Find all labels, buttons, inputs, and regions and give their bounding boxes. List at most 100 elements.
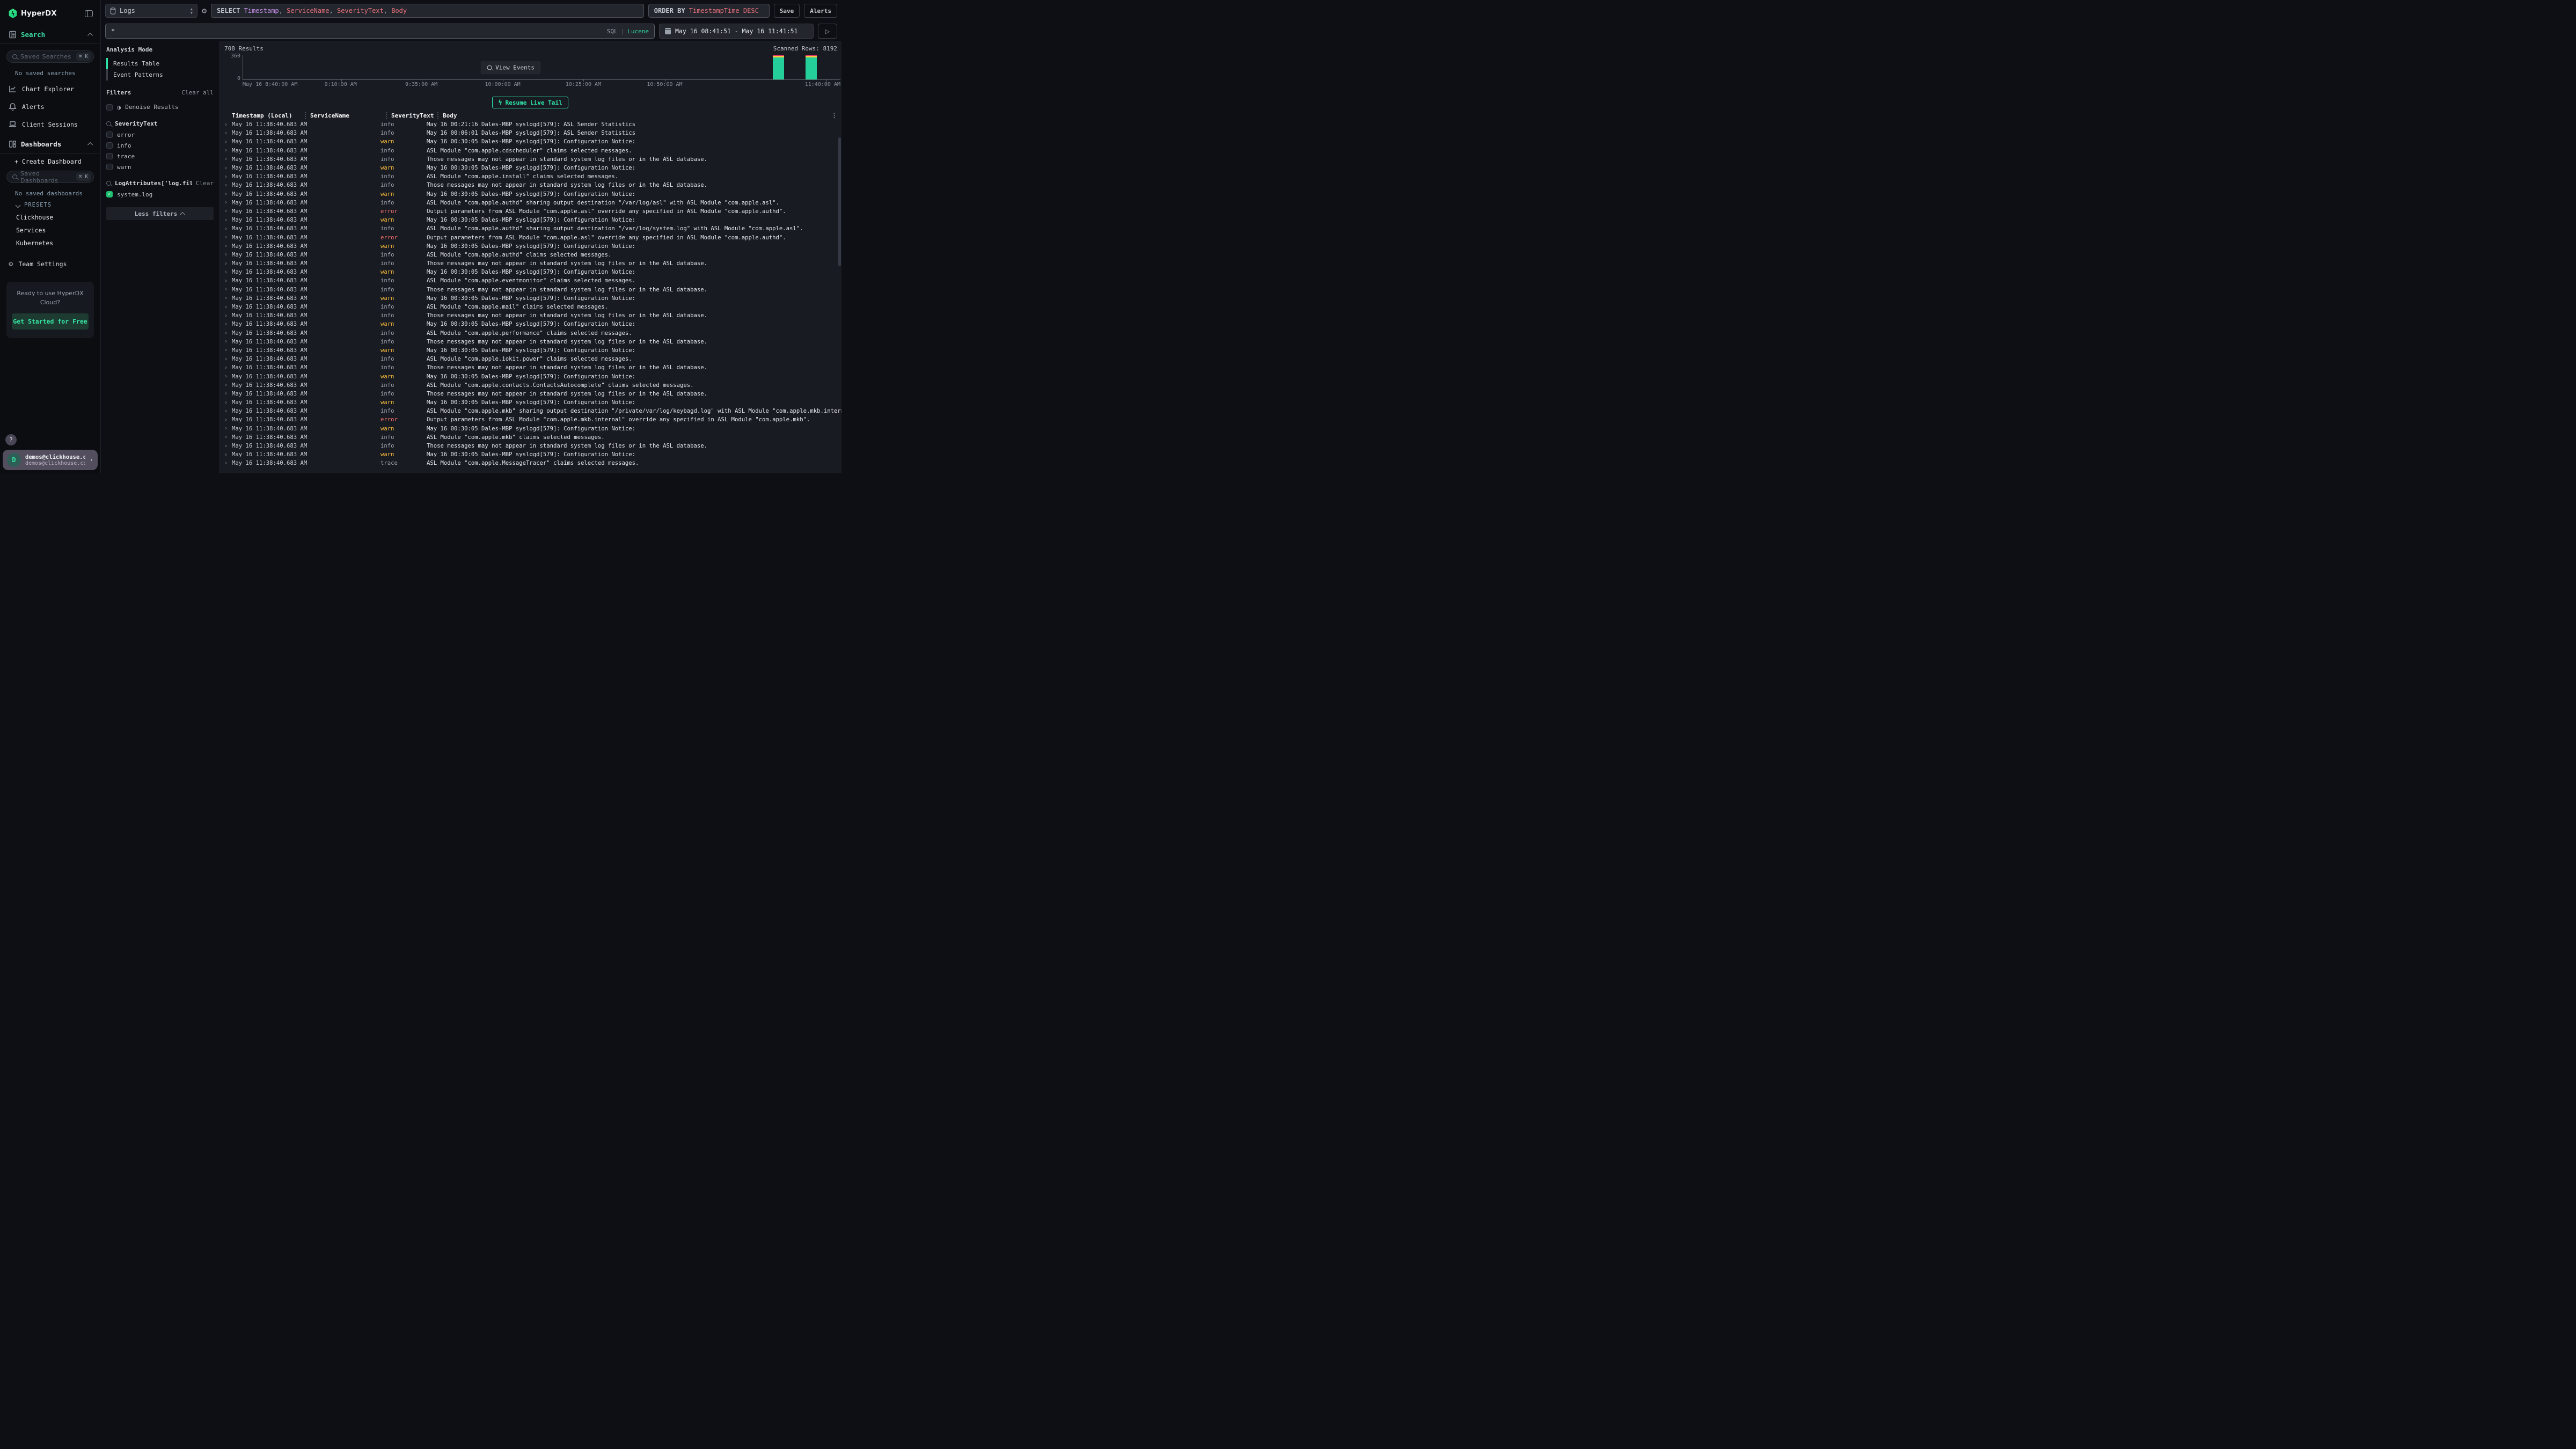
table-row[interactable]: › May 16 11:38:40.683 AM info Those mess… [219,338,841,346]
column-header-body[interactable]: Body [443,112,841,119]
sidebar-item-chart-explorer[interactable]: Chart Explorer [0,80,100,98]
chevron-right-icon[interactable]: › [224,226,232,232]
table-row[interactable]: › May 16 11:38:40.683 AM warn May 16 00:… [219,346,841,355]
table-row[interactable]: › May 16 11:38:40.683 AM info ASL Module… [219,433,841,442]
table-row[interactable]: › May 16 11:38:40.683 AM info Those mess… [219,442,841,450]
sidebar-item-dashboards[interactable]: Dashboards [0,135,100,153]
order-by-input[interactable]: ORDER BY TimestampTime DESC [648,4,770,18]
analysis-mode-tab[interactable]: Event Patterns [106,69,214,80]
chevron-right-icon[interactable]: › [224,165,232,171]
scrollbar-thumb[interactable] [838,137,841,266]
chevron-right-icon[interactable]: › [224,321,232,327]
table-row[interactable]: › May 16 11:38:40.683 AM info Those mess… [219,155,841,164]
filter-checkbox[interactable]: trace [106,151,214,162]
source-select[interactable]: Logs ▲▼ [105,4,197,18]
chevron-up-icon[interactable] [87,142,93,148]
resume-live-tail-button[interactable]: ϟ Resume Live Tail [492,97,568,108]
table-row[interactable]: › May 16 11:38:40.683 AM info Those mess… [219,286,841,294]
scrollbar[interactable] [838,97,841,473]
table-row[interactable]: › May 16 11:38:40.683 AM warn May 16 00:… [219,372,841,380]
table-row[interactable]: › May 16 11:38:40.683 AM info Those mess… [219,181,841,189]
sidebar-item-client-sessions[interactable]: Client Sessions [0,115,100,133]
filter-checkbox[interactable]: error [106,129,214,140]
chevron-right-icon[interactable]: › [224,139,232,145]
help-button[interactable]: ? [5,434,17,445]
chevron-right-icon[interactable]: › [224,156,232,162]
lang-sql-toggle[interactable]: SQL [607,28,618,35]
table-row[interactable]: › May 16 11:38:40.683 AM error Output pa… [219,233,841,241]
table-row[interactable]: › May 16 11:38:40.683 AM warn May 16 00:… [219,398,841,407]
chevron-right-icon[interactable]: › [224,382,232,388]
table-row[interactable]: › May 16 11:38:40.683 AM warn May 16 00:… [219,450,841,459]
filter-checkbox[interactable]: ✓ system.log [106,189,214,200]
chevron-right-icon[interactable]: › [224,295,232,301]
clear-group-button[interactable]: Clear [196,180,214,187]
table-row[interactable]: › May 16 11:38:40.683 AM warn May 16 00:… [219,190,841,199]
chevron-right-icon[interactable]: › [224,278,232,284]
table-row[interactable]: › May 16 11:38:40.683 AM info ASL Module… [219,172,841,181]
chevron-right-icon[interactable]: › [224,304,232,310]
chevron-right-icon[interactable]: › [224,374,232,379]
chevron-right-icon[interactable]: › [224,365,232,371]
column-header-severity[interactable]: SeverityText [391,112,437,119]
preset-item[interactable]: Clickhouse [0,211,100,224]
chevron-right-icon[interactable]: › [224,400,232,406]
table-row[interactable]: › May 16 11:38:40.683 AM error Output pa… [219,207,841,216]
get-started-button[interactable]: Get Started for Free [12,313,89,330]
time-range-picker[interactable]: May 16 08:41:51 - May 16 11:41:51 [659,24,814,39]
saved-dashboards-input[interactable]: Saved Dashboards ⌘ K [6,171,94,183]
table-row[interactable]: › May 16 11:38:40.683 AM info ASL Module… [219,381,841,390]
chevron-right-icon[interactable]: › [224,287,232,292]
column-resize-handle[interactable] [437,112,438,119]
filter-checkbox[interactable]: warn [106,162,214,172]
lang-lucene-toggle[interactable]: Lucene [627,28,649,35]
chevron-right-icon[interactable]: › [224,460,232,466]
table-row[interactable]: › May 16 11:38:40.683 AM trace ASL Modul… [219,459,841,467]
chevron-right-icon[interactable]: › [224,426,232,431]
column-resize-handle[interactable] [386,112,387,119]
chevron-right-icon[interactable]: › [224,313,232,319]
column-resize-handle[interactable] [305,112,306,119]
chevron-right-icon[interactable]: › [224,434,232,440]
table-row[interactable]: › May 16 11:38:40.683 AM info ASL Module… [219,407,841,415]
table-row[interactable]: › May 16 11:38:40.683 AM warn May 16 00:… [219,268,841,276]
table-row[interactable]: › May 16 11:38:40.683 AM info Those mess… [219,363,841,372]
chevron-right-icon[interactable]: › [224,217,232,223]
chevron-right-icon[interactable]: › [224,200,232,206]
collapse-sidebar-icon[interactable] [85,10,93,17]
table-row[interactable]: › May 16 11:38:40.683 AM warn May 16 00:… [219,164,841,172]
table-row[interactable]: › May 16 11:38:40.683 AM info ASL Module… [219,355,841,363]
preset-item[interactable]: Kubernetes [0,237,100,250]
save-button[interactable]: Save [774,4,800,18]
table-row[interactable]: › May 16 11:38:40.683 AM info ASL Module… [219,303,841,311]
table-row[interactable]: › May 16 11:38:40.683 AM warn May 16 00:… [219,242,841,251]
chevron-right-icon[interactable]: › [224,452,232,458]
preset-item[interactable]: Services [0,224,100,237]
table-row[interactable]: › May 16 11:38:40.683 AM info ASL Module… [219,147,841,155]
run-query-button[interactable]: ▷ [818,24,837,39]
filter-checkbox[interactable]: info [106,140,214,151]
column-header-service[interactable]: ServiceName [310,112,386,119]
chevron-right-icon[interactable]: › [224,391,232,397]
table-row[interactable]: › May 16 11:38:40.683 AM info ASL Module… [219,199,841,207]
chevron-right-icon[interactable]: › [224,330,232,336]
saved-searches-input[interactable]: Saved Searches ⌘ K [6,50,94,63]
table-row[interactable]: › May 16 11:38:40.683 AM info ASL Module… [219,329,841,338]
table-row[interactable]: › May 16 11:38:40.683 AM info ASL Module… [219,276,841,285]
chevron-right-icon[interactable]: › [224,356,232,362]
table-row[interactable]: › May 16 11:38:40.683 AM error Output pa… [219,415,841,424]
chevron-right-icon[interactable]: › [224,148,232,153]
table-row[interactable]: › May 16 11:38:40.683 AM info Those mess… [219,259,841,268]
denoise-checkbox[interactable]: ◑ Denoise Results [106,101,214,113]
chevron-right-icon[interactable]: › [224,243,232,249]
kebab-menu-icon[interactable]: ⋮ [831,112,837,119]
gear-icon[interactable]: ⚙ [202,6,207,16]
chevron-right-icon[interactable]: › [224,347,232,353]
table-row[interactable]: › May 16 11:38:40.683 AM info May 16 00:… [219,129,841,137]
histogram-bar[interactable] [806,55,817,79]
table-row[interactable]: › May 16 11:38:40.683 AM info Those mess… [219,311,841,320]
chevron-up-icon[interactable] [87,33,93,38]
sidebar-item-team-settings[interactable]: ⚙ Team Settings [0,255,100,273]
chevron-right-icon[interactable]: › [224,182,232,188]
chevron-right-icon[interactable]: › [224,269,232,275]
